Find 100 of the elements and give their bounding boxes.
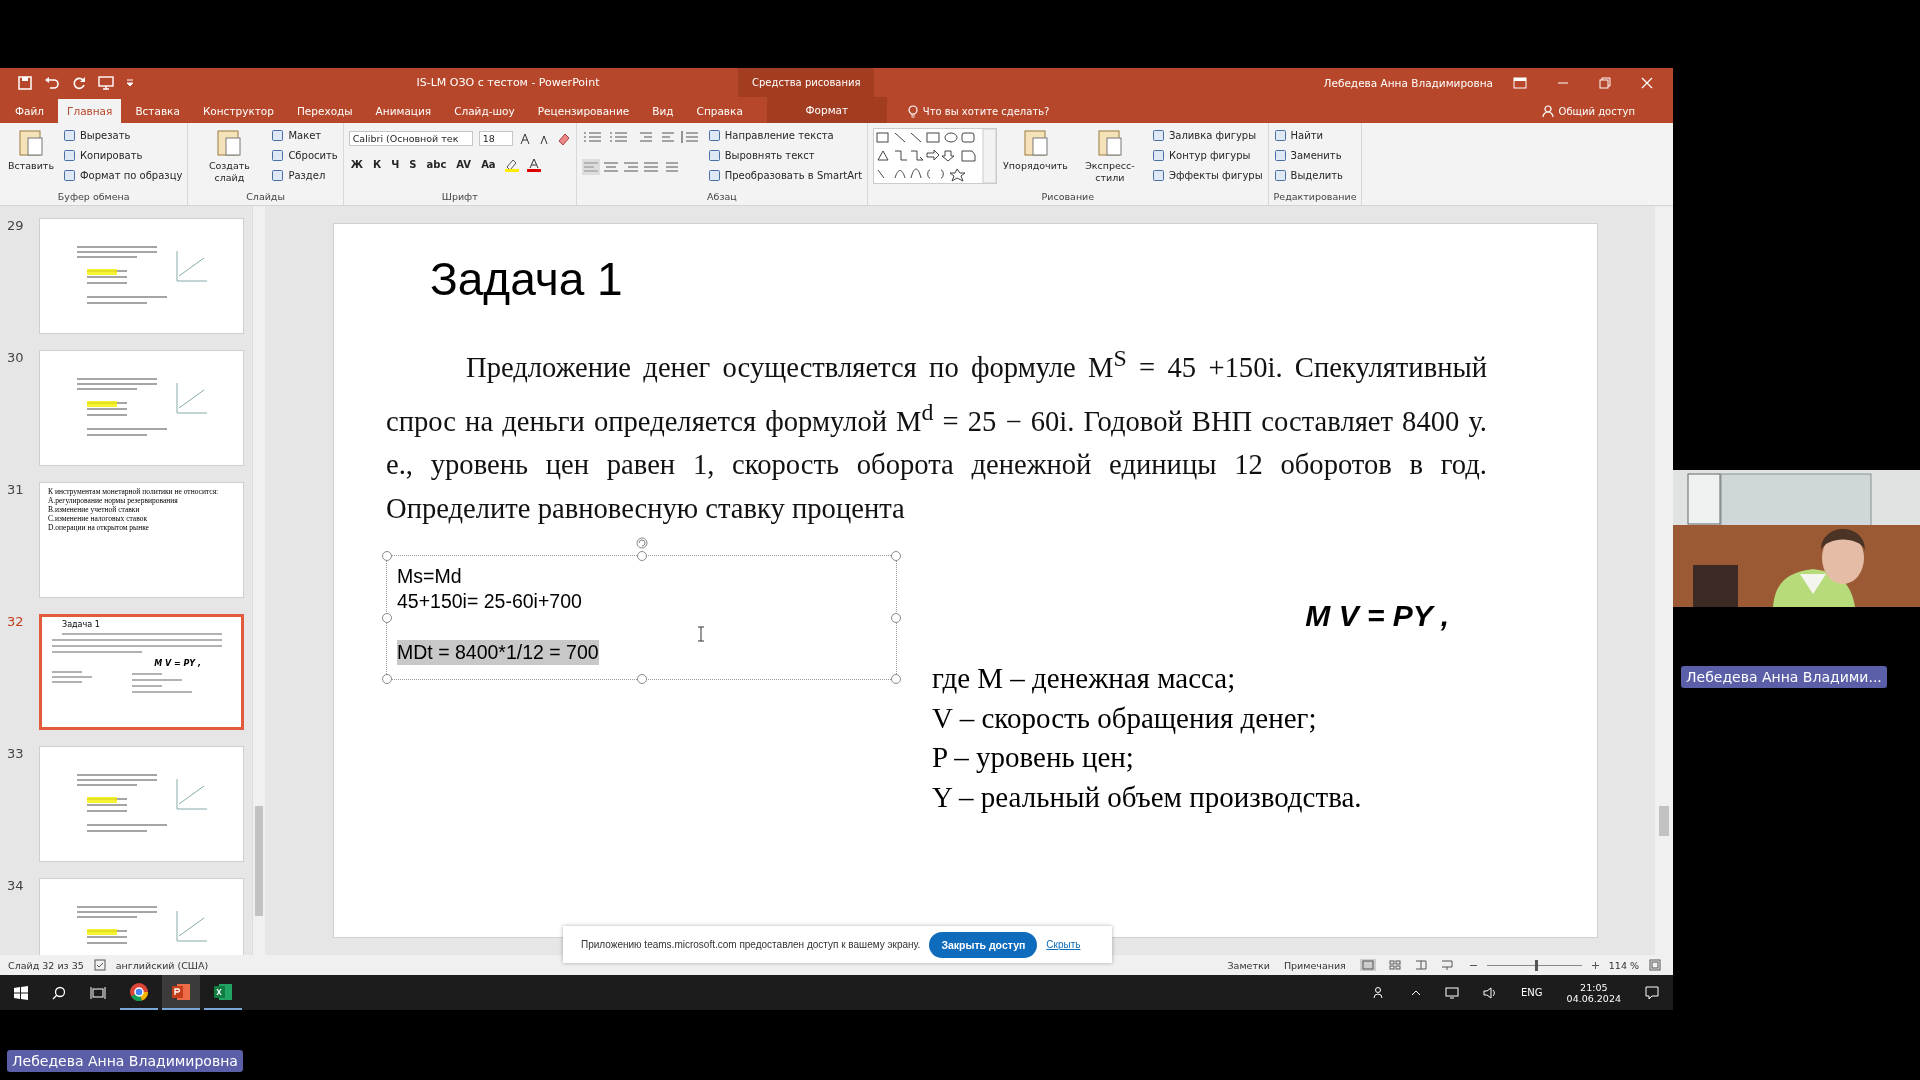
tool-icon — [1273, 168, 1287, 182]
chevron-up-icon[interactable] — [1411, 988, 1422, 997]
network-icon[interactable] — [1445, 986, 1460, 999]
search-icon[interactable] — [52, 985, 66, 1000]
close-icon[interactable] — [1641, 76, 1653, 89]
resize-handle[interactable] — [382, 674, 392, 685]
scrollbar[interactable] — [1655, 206, 1673, 955]
ribbon-button[interactable]: Выделить — [1273, 166, 1343, 184]
format-button[interactable]: S — [407, 159, 419, 170]
presentation-app-icon — [171, 981, 191, 1002]
ribbon-button[interactable]: Заливка фигуры — [1151, 126, 1263, 144]
font-size-field[interactable]: 18 — [478, 131, 513, 146]
ribbon-button[interactable]: Эффекты фигуры — [1151, 166, 1263, 184]
redo-icon[interactable] — [72, 75, 86, 90]
tool-icon — [271, 168, 285, 182]
ribbon-tab[interactable]: Главная — [58, 99, 122, 123]
slide-thumbnail[interactable] — [39, 350, 244, 466]
legend-line: где M – денежная масса; — [932, 661, 1237, 697]
restore-icon[interactable] — [1599, 76, 1611, 89]
eraser-icon[interactable] — [556, 131, 571, 146]
ribbon-tab[interactable]: Рецензирование — [528, 99, 639, 123]
ribbon-button[interactable]: Контур фигуры — [1151, 146, 1263, 164]
taskbar-app[interactable] — [162, 975, 200, 1010]
ribbon-tab[interactable]: Конструктор — [193, 99, 283, 123]
ribbon-button[interactable]: Заменить — [1273, 146, 1343, 164]
presentation-icon[interactable] — [98, 75, 114, 90]
resize-handle[interactable] — [636, 551, 647, 562]
slide-thumbnail[interactable] — [39, 218, 244, 334]
resize-handle[interactable] — [382, 551, 392, 562]
ribbon-tab[interactable]: Вставка — [126, 99, 189, 123]
font-color-icon[interactable] — [525, 157, 542, 172]
ribbon-button[interactable]: Упорядочить — [1003, 126, 1068, 172]
slide-number: 33 — [6, 746, 25, 763]
ribbon-tab[interactable]: Анимация — [366, 99, 441, 123]
format-button[interactable]: Ч — [389, 159, 402, 170]
ribbon-button[interactable]: Создать слайд — [193, 126, 266, 184]
ribbon-tab[interactable]: Вид — [643, 99, 683, 123]
resize-handle[interactable] — [891, 674, 901, 685]
ribbon-tab[interactable]: Формат — [766, 97, 887, 123]
fit-slide-icon[interactable] — [1649, 959, 1661, 971]
person-icon — [1541, 104, 1554, 118]
ribbon-button[interactable]: Вырезать — [63, 126, 183, 144]
task-view-icon[interactable] — [90, 985, 106, 1000]
customize-icon[interactable] — [126, 77, 134, 88]
format-button[interactable]: К — [371, 159, 384, 170]
ribbon-button[interactable]: Макет — [271, 126, 338, 144]
format-button[interactable]: AV — [454, 159, 474, 170]
resize-handle[interactable] — [636, 674, 647, 685]
share-button[interactable]: Общий доступ — [1541, 99, 1673, 123]
slide-counter: Слайд 32 из 35 — [8, 959, 84, 971]
stop-sharing-button[interactable]: Закрыть доступ — [929, 931, 1038, 958]
spellcheck-icon[interactable] — [93, 959, 106, 971]
zoom-level[interactable]: 114 % — [1608, 959, 1639, 971]
ribbon-button[interactable]: Сбросить — [271, 146, 338, 164]
resize-handle[interactable] — [891, 551, 901, 562]
highlight-icon[interactable] — [503, 157, 520, 172]
ribbon-button[interactable]: Копировать — [63, 146, 183, 164]
comments-button[interactable]: Примечания — [1283, 959, 1346, 971]
resize-handle[interactable] — [382, 612, 392, 623]
undo-icon[interactable] — [44, 75, 60, 90]
slide-thumbnail[interactable] — [39, 746, 244, 862]
ribbon-button[interactable]: Направление текста — [707, 126, 863, 144]
format-button[interactable]: Ж — [348, 159, 365, 170]
ribbon-tab[interactable]: Переходы — [287, 99, 362, 123]
rotate-handle[interactable] — [634, 536, 649, 551]
problem-text: Предложение денег осуществляется по формуле M$^{S}$ = 45 +150i. Спекулятивный спрос на деньги определяется формулой M$^{d}$ = 25 − 60i. Годовой ВНП составляет 8400 у. е., уровень цен равен 1, скорость оборота денежной единицы 12 оборотов в год. Определите равновесную ставку процента — [386, 344, 1487, 527]
ribbon-button[interactable]: Раздел — [271, 166, 338, 184]
ribbon-button[interactable]: Формат по образцу — [63, 166, 183, 184]
zoom-slider[interactable] — [1486, 959, 1582, 971]
account-name[interactable]: Лебедева Анна Владимировна — [1323, 76, 1493, 89]
ribbon-button[interactable]: Преобразовать в SmartArt — [707, 166, 863, 184]
shape-gallery[interactable] — [873, 128, 998, 184]
ribbon-display-icon[interactable] — [1513, 76, 1527, 89]
slide-number: 31 — [6, 482, 25, 499]
ribbon-button[interactable]: Вставить — [5, 126, 57, 172]
notes-button[interactable]: Заметки — [1227, 959, 1270, 971]
resize-handle[interactable] — [891, 612, 901, 623]
slide-thumbnail[interactable]: Задача 1 M V = PY , — [39, 614, 244, 730]
ribbon-tab[interactable]: Файл — [6, 99, 53, 123]
tell-me-field[interactable]: Что вы хотите сделать? — [907, 99, 1050, 123]
ribbon-button[interactable]: Найти — [1273, 126, 1343, 144]
ribbon-button[interactable]: Выровнять текст — [707, 146, 863, 164]
ribbon-tab[interactable]: Справка — [687, 99, 752, 123]
tool-icon — [271, 128, 285, 142]
clock-date[interactable]: 04.06.2024 — [1566, 992, 1621, 1004]
ribbon-tab[interactable]: Слайд-шоу — [445, 99, 524, 123]
font-field[interactable]: Calibri (Основной тек — [348, 131, 473, 146]
ribbon-button[interactable]: Экспресс-стили — [1073, 126, 1146, 184]
save-icon[interactable] — [18, 75, 32, 90]
input-language[interactable]: ENG — [1521, 987, 1543, 998]
format-button[interactable]: Aa — [479, 159, 498, 170]
clock-time[interactable]: 21:05 — [1580, 981, 1608, 993]
scrollbar[interactable] — [252, 206, 265, 955]
windows-logo-icon[interactable] — [14, 985, 28, 1000]
slide-number: 30 — [6, 350, 25, 367]
hide-link[interactable]: Скрыть — [1046, 939, 1081, 950]
format-button[interactable]: abc — [424, 159, 449, 170]
language-indicator[interactable]: английский (США) — [115, 959, 209, 971]
volume-icon[interactable] — [1483, 986, 1498, 999]
notification-icon[interactable] — [1645, 985, 1659, 1000]
